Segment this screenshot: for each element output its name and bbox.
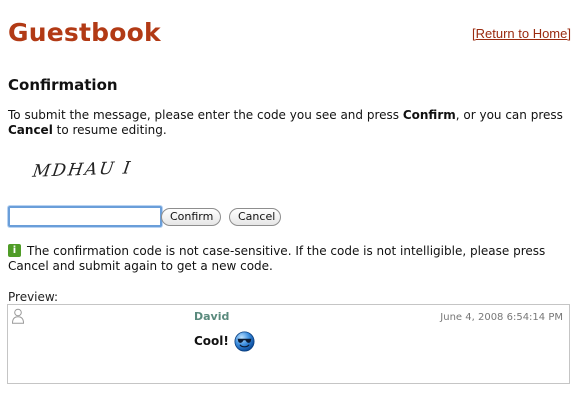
entry-message: Cool!: [194, 330, 255, 352]
entry-date: June 4, 2008 6:54:14 PM: [440, 312, 563, 323]
case-sensitivity-note: The confirmation code is not case-sensit…: [8, 244, 546, 273]
entry-author: David: [194, 310, 230, 323]
entry-message-text: Cool!: [194, 334, 229, 348]
cancel-button[interactable]: Cancel: [229, 208, 281, 226]
confirmation-code-input[interactable]: [8, 206, 162, 227]
instruction-part-2: , or you can press: [455, 108, 563, 122]
confirmation-instructions: To submit the message, please enter the …: [8, 108, 568, 138]
user-silhouette-icon: [11, 308, 25, 324]
page-header: Guestbook [Return to Home]: [8, 18, 571, 52]
instruction-confirm-word: Confirm: [402, 108, 456, 122]
confirm-button[interactable]: Confirm: [161, 208, 221, 226]
return-to-home-label[interactable]: Return to Home: [476, 26, 568, 41]
preview-label: Preview:: [8, 290, 59, 304]
info-icon: i: [8, 244, 21, 257]
confirmation-heading: Confirmation: [8, 76, 118, 94]
preview-entry: David June 4, 2008 6:54:14 PM Cool!: [7, 304, 570, 384]
return-to-home-link[interactable]: [Return to Home]: [472, 26, 571, 42]
instruction-cancel-word: Cancel: [8, 123, 53, 137]
link-bracket-close: ]: [567, 26, 571, 41]
captcha-image: MDHAU I: [31, 158, 153, 186]
cool-sunglasses-smiley-icon: [234, 330, 255, 352]
captcha-code-text: MDHAU I: [31, 158, 134, 182]
instruction-part-1: To submit the message, please enter the …: [8, 108, 403, 122]
instruction-part-3: to resume editing.: [52, 123, 167, 137]
site-title: Guestbook: [8, 18, 161, 47]
